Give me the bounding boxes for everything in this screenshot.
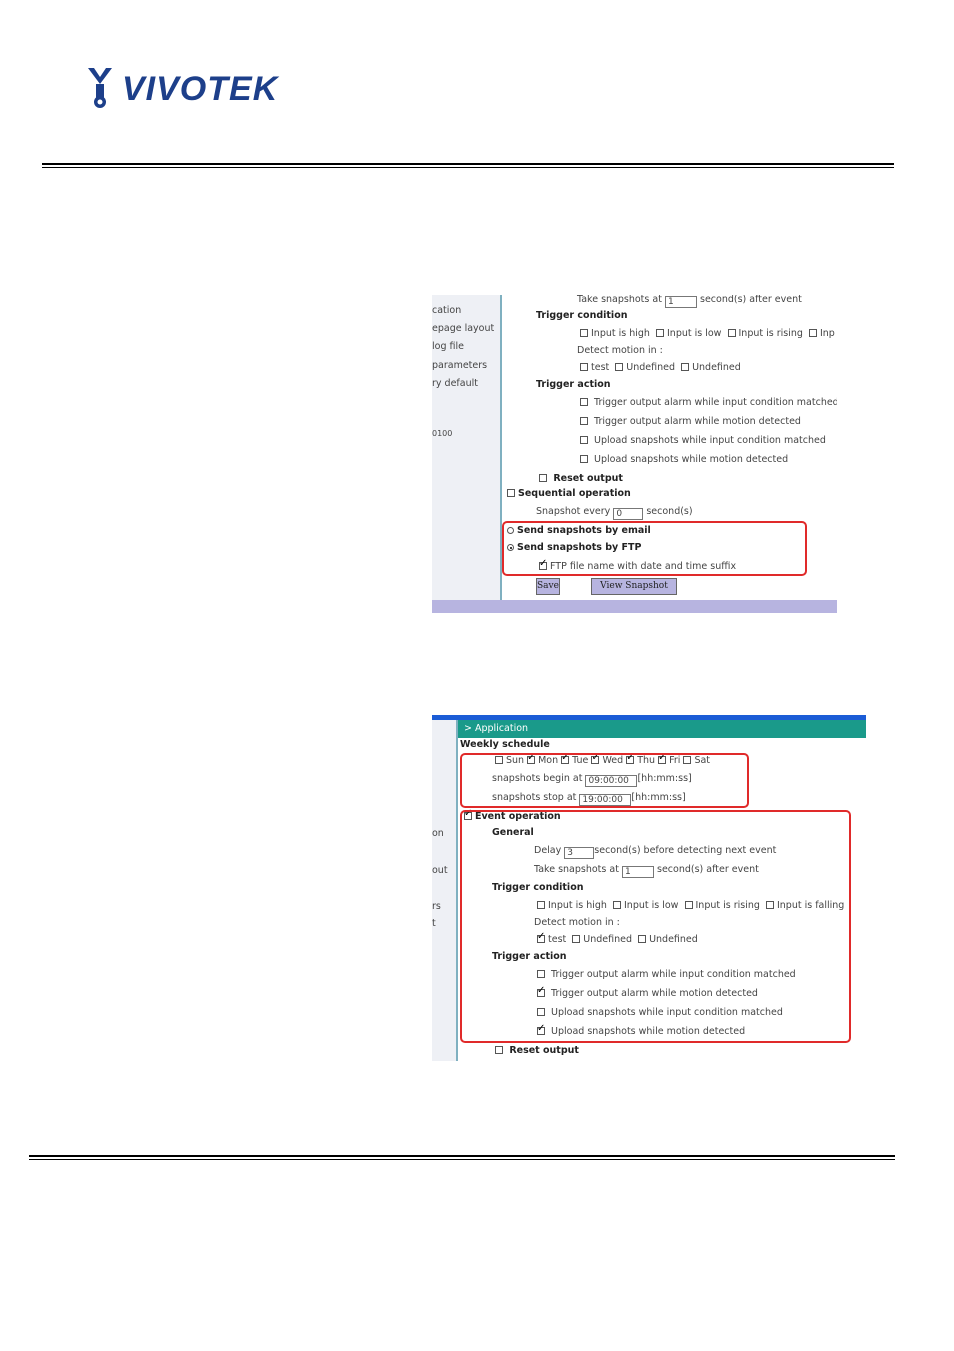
- page-title: > Application: [464, 723, 529, 734]
- trigger-action-item[interactable]: Trigger output alarm while motion detect…: [580, 416, 801, 427]
- checkbox[interactable]: [580, 363, 588, 371]
- reset-output-row[interactable]: Reset output: [539, 473, 623, 484]
- checkbox[interactable]: [580, 398, 588, 406]
- snapshot-every-row: Snapshot every 0 second(s): [536, 506, 693, 520]
- trigger-action-item[interactable]: Upload snapshots while motion detected: [580, 454, 788, 465]
- checkbox[interactable]: [580, 455, 588, 463]
- checkbox[interactable]: [539, 474, 547, 482]
- sidebar: [432, 720, 456, 1061]
- sidebar-item[interactable]: ry default: [432, 378, 478, 389]
- take-snapshots-row: Take snapshots at 1 second(s) after even…: [577, 295, 802, 308]
- logo-mark-icon: [88, 68, 112, 108]
- footer-rule-thin: [29, 1159, 895, 1160]
- checkbox[interactable]: [580, 417, 588, 425]
- highlight-box-schedule: [460, 753, 749, 808]
- checkbox[interactable]: [681, 363, 690, 371]
- view-snapshot-button[interactable]: View Snapshot: [591, 578, 677, 595]
- footer-bar: [432, 600, 837, 613]
- sidebar-item[interactable]: out: [432, 865, 448, 876]
- highlight-box-ftp: [502, 521, 807, 576]
- sidebar-item[interactable]: t: [432, 918, 436, 929]
- vivotek-logo: VIVOTEK: [86, 64, 296, 114]
- checkbox[interactable]: [808, 329, 817, 337]
- footer-rule: [29, 1155, 895, 1157]
- sidebar-item[interactable]: epage layout: [432, 323, 494, 334]
- motion-window-row: test Undefined Undefined: [580, 362, 741, 373]
- checkbox[interactable]: [615, 363, 624, 371]
- sidebar-divider: [456, 720, 458, 1061]
- snapshot-every-input[interactable]: 0: [613, 508, 644, 520]
- screenshot-ftp-settings: cation epage layout log file parameters …: [432, 295, 837, 613]
- weekly-schedule-heading: Weekly schedule: [460, 739, 550, 750]
- highlight-box-event: [460, 810, 851, 1043]
- trigger-condition-heading: Trigger condition: [536, 310, 628, 321]
- sidebar-item[interactable]: parameters: [432, 360, 487, 371]
- header-rule: [42, 163, 894, 165]
- checkbox[interactable]: [580, 329, 588, 337]
- input-condition-row: Input is high Input is low Input is risi…: [580, 328, 835, 339]
- checkbox[interactable]: [656, 329, 664, 337]
- take-snapshots-input[interactable]: 1: [664, 296, 697, 308]
- sidebar-item[interactable]: rs: [432, 901, 441, 912]
- reset-output-row[interactable]: Reset output: [495, 1045, 579, 1056]
- trigger-action-heading: Trigger action: [536, 379, 611, 390]
- logo-wordmark: VIVOTEK: [122, 70, 279, 108]
- checkbox[interactable]: [507, 489, 515, 497]
- detect-motion-label: Detect motion in :: [577, 345, 663, 356]
- screenshot-weekly-schedule: > Application on out rs t Weekly schedul…: [432, 715, 866, 1061]
- checkbox[interactable]: [580, 436, 588, 444]
- sidebar-item[interactable]: on: [432, 828, 444, 839]
- checkbox[interactable]: [495, 1046, 503, 1054]
- sidebar-item[interactable]: cation: [432, 305, 461, 316]
- checkbox[interactable]: [727, 329, 736, 337]
- trigger-action-item[interactable]: Trigger output alarm while input conditi…: [580, 397, 837, 408]
- sequential-row[interactable]: Sequential operation: [507, 488, 631, 499]
- header-rule-thin: [42, 167, 894, 168]
- save-button[interactable]: Save: [536, 578, 560, 595]
- sidebar-item[interactable]: log file: [432, 341, 464, 352]
- sidebar-item: 0100: [432, 429, 453, 438]
- trigger-action-item[interactable]: Upload snapshots while input condition m…: [580, 435, 826, 446]
